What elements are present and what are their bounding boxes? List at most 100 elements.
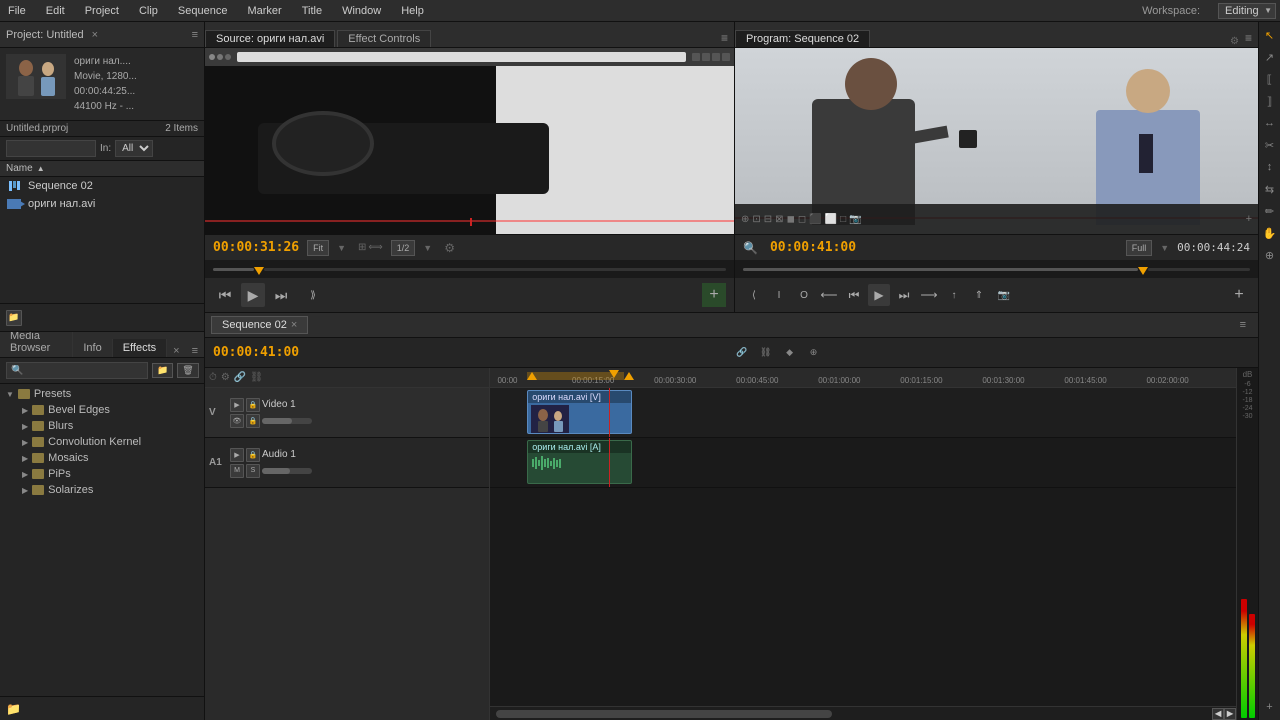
a1-sync-btn[interactable]: 🔒 xyxy=(246,448,260,462)
prog-go-in-btn[interactable]: ⟵ xyxy=(818,284,840,306)
v1-expand-btn[interactable]: ▶ xyxy=(230,398,244,412)
scroll-left-btn[interactable]: ◄ xyxy=(1212,708,1224,720)
prog-icon-btn-1[interactable]: ⊕ xyxy=(741,214,749,225)
snap-btn[interactable]: 🔗 xyxy=(234,372,246,383)
tab-media-browser[interactable]: Media Browser xyxy=(0,332,73,357)
program-settings-btn[interactable]: ⚙ xyxy=(1230,36,1239,47)
effects-folder-btn[interactable]: 📁 xyxy=(6,702,21,716)
scroll-right-btn[interactable]: ► xyxy=(1224,708,1236,720)
a1-solo-btn[interactable]: S xyxy=(246,464,260,478)
prog-step-back-btn[interactable]: ⏮ xyxy=(843,284,865,306)
tool-slide[interactable]: ⇆ xyxy=(1261,180,1279,198)
tool-zoom[interactable]: ⊕ xyxy=(1261,246,1279,264)
tree-item-convolution[interactable]: ▶ Convolution Kernel xyxy=(0,434,204,450)
prog-icon-btn-10[interactable]: 📷 xyxy=(849,214,861,225)
tl-add-marker-btn[interactable]: ◆ xyxy=(780,343,800,363)
menu-file[interactable]: File xyxy=(4,3,30,19)
source-loop-btn[interactable]: ⟫ xyxy=(301,283,325,307)
menu-marker[interactable]: Marker xyxy=(243,3,285,19)
tool-rate-stretch[interactable]: ↔ xyxy=(1261,114,1279,132)
menu-help[interactable]: Help xyxy=(397,3,428,19)
prog-icon-btn-5[interactable]: ◼ xyxy=(787,214,795,225)
menu-edit[interactable]: Edit xyxy=(42,3,69,19)
tree-item-pips[interactable]: ▶ PiPs xyxy=(0,466,204,482)
source-play-btn play-btn[interactable]: ▶ xyxy=(241,283,265,307)
timeline-ruler[interactable]: 00:00 00:00:15:00 00:00:30:00 00:00:45:0… xyxy=(490,368,1236,388)
time-display-btn[interactable]: ⏱ xyxy=(209,372,217,383)
tl-linked-btn[interactable]: ⛓ xyxy=(756,343,776,363)
prog-icon-btn-3[interactable]: ⊟ xyxy=(764,214,772,225)
prog-icon-btn-7[interactable]: ⬛ xyxy=(809,214,821,225)
source-tab[interactable]: Source: ориги нал.avi xyxy=(205,30,335,47)
tl-snap-btn[interactable]: 🔗 xyxy=(732,343,752,363)
effects-panel-menu[interactable]: ≡ xyxy=(186,345,204,357)
prog-extract-btn[interactable]: ⇑ xyxy=(968,284,990,306)
timeline-tab-close[interactable]: × xyxy=(291,319,297,331)
prog-lift-btn[interactable]: ↑ xyxy=(943,284,965,306)
tl-marker-label-btn[interactable]: ⊕ xyxy=(804,343,824,363)
tool-ripple[interactable]: ⟦ xyxy=(1261,70,1279,88)
prog-camera-btn[interactable]: 📷 xyxy=(993,284,1015,306)
prog-mark-in-btn[interactable]: I xyxy=(768,284,790,306)
project-item-sequence[interactable]: Sequence 02 xyxy=(0,177,204,195)
tool-razor[interactable]: ✂ xyxy=(1261,136,1279,154)
menu-clip[interactable]: Clip xyxy=(135,3,162,19)
prog-add-btn[interactable]: + xyxy=(1228,284,1250,306)
new-effects-folder-btn[interactable]: 📁 xyxy=(152,363,173,378)
timeline-scroll-thumb[interactable] xyxy=(496,710,832,718)
project-close-btn[interactable]: × xyxy=(92,29,98,41)
prog-add-in-btn[interactable]: ⟨ xyxy=(743,284,765,306)
program-tab[interactable]: Program: Sequence 02 xyxy=(735,30,870,47)
prog-icon-btn-6[interactable]: ◻ xyxy=(798,214,806,225)
tree-item-bevel[interactable]: ▶ Bevel Edges xyxy=(0,402,204,418)
source-scrubber[interactable] xyxy=(205,260,734,278)
menu-project[interactable]: Project xyxy=(81,3,123,19)
prog-step-fwd-btn[interactable]: ⏭ xyxy=(893,284,915,306)
project-search-input[interactable] xyxy=(6,140,96,157)
tab-effects[interactable]: Effects xyxy=(113,339,167,357)
prog-mark-out-btn[interactable]: O xyxy=(793,284,815,306)
timeline-menu-btn[interactable]: ≡ xyxy=(1234,319,1252,331)
source-ratio-btn[interactable]: 1/2 xyxy=(391,240,416,256)
source-add-btn[interactable]: + xyxy=(702,283,726,307)
a1-mute-btn[interactable]: M xyxy=(230,464,244,478)
tree-item-mosaics[interactable]: ▶ Mosaics xyxy=(0,450,204,466)
prog-icon-btn-9[interactable]: □ xyxy=(840,214,846,225)
source-scrub-head[interactable] xyxy=(254,267,264,275)
prog-icon-btn-2[interactable]: ⊡ xyxy=(752,214,760,225)
tree-item-solarizes[interactable]: ▶ Solarizes xyxy=(0,482,204,498)
v1-lock-btn[interactable]: 🔒 xyxy=(246,414,260,428)
in-select[interactable]: All xyxy=(115,140,153,157)
prog-icon-btn-8[interactable]: ⬜ xyxy=(825,214,837,225)
prog-play-btn[interactable]: ▶ xyxy=(868,284,890,306)
tool-hand[interactable]: ✋ xyxy=(1261,224,1279,242)
source-fit-btn[interactable]: Fit xyxy=(307,240,329,256)
program-fit-btn[interactable]: Full xyxy=(1126,240,1153,256)
source-step-fwd-btn[interactable]: ⏭ xyxy=(269,283,293,307)
effects-custom-bin-btn[interactable]: 🗑 xyxy=(177,363,198,378)
a1-expand-btn[interactable]: ▶ xyxy=(230,448,244,462)
effects-panel-close[interactable]: × xyxy=(167,345,185,357)
tool-pen[interactable]: ✏ xyxy=(1261,202,1279,220)
menu-window[interactable]: Window xyxy=(338,3,385,19)
video-clip[interactable]: ориги нал.avi [V] xyxy=(527,390,631,434)
prog-scrub-head[interactable] xyxy=(1138,267,1148,275)
project-menu-btn[interactable]: ≡ xyxy=(192,29,198,41)
v1-sync-btn[interactable]: 🔒 xyxy=(246,398,260,412)
timeline-tab[interactable]: Sequence 02 × xyxy=(211,316,308,334)
project-new-btn[interactable]: 📁 xyxy=(6,310,22,326)
tree-item-blurs[interactable]: ▶ Blurs xyxy=(0,418,204,434)
menu-title[interactable]: Title xyxy=(298,3,326,19)
program-scrubber[interactable] xyxy=(735,260,1258,278)
effect-controls-tab[interactable]: Effect Controls xyxy=(337,30,431,47)
tool-track-select[interactable]: ↗ xyxy=(1261,48,1279,66)
tree-item-presets[interactable]: ▼ Presets xyxy=(0,386,204,402)
menu-sequence[interactable]: Sequence xyxy=(174,3,232,19)
prog-safe-margins-btn[interactable]: + xyxy=(1246,213,1252,225)
tool-rolling[interactable]: ⟧ xyxy=(1261,92,1279,110)
tool-selection[interactable]: ↖ xyxy=(1261,26,1279,44)
source-monitor-menu-btn[interactable]: ≡ xyxy=(715,29,734,47)
v1-eye-btn[interactable]: 👁 xyxy=(230,414,244,428)
tool-add[interactable]: + xyxy=(1261,698,1279,716)
tab-info[interactable]: Info xyxy=(73,339,112,357)
